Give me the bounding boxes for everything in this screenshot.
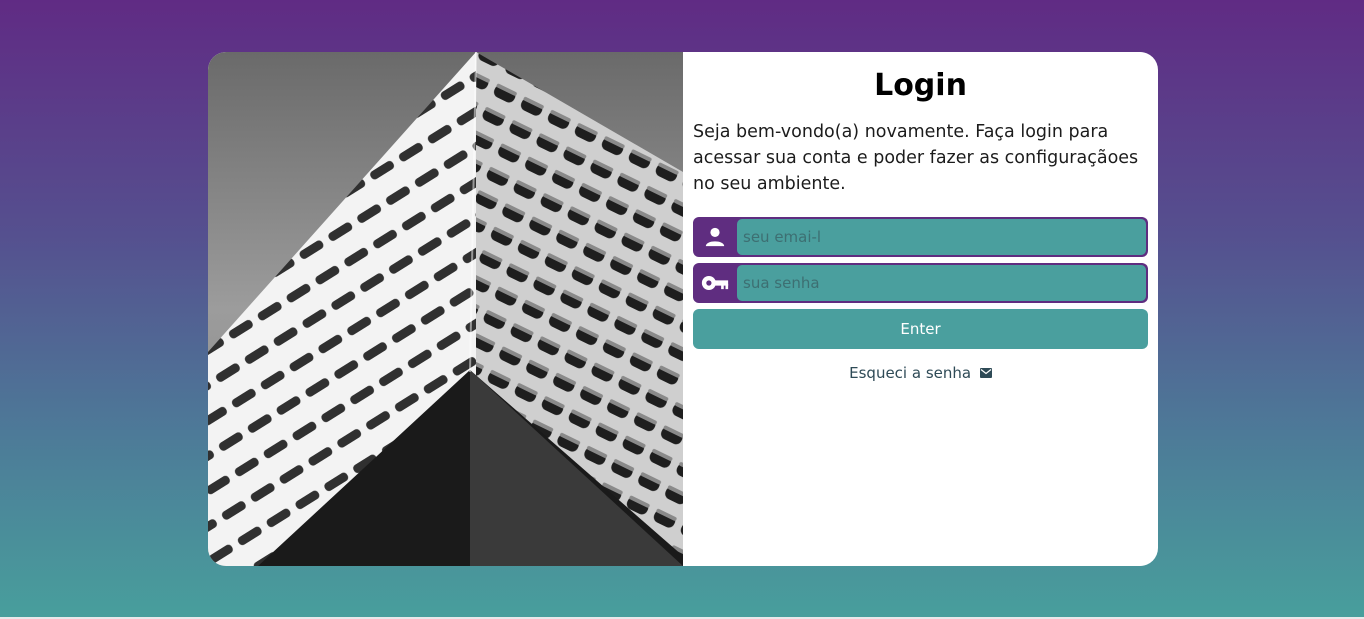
forgot-password-label: Esqueci a senha bbox=[849, 364, 972, 382]
enter-button[interactable]: Enter bbox=[693, 309, 1148, 349]
login-panel: Login Seja bem-vondo(a) novamente. Faça … bbox=[683, 52, 1158, 566]
password-input[interactable] bbox=[737, 265, 1146, 301]
password-field-group bbox=[693, 263, 1148, 303]
welcome-text: Seja bem-vondo(a) novamente. Faça login … bbox=[693, 122, 1139, 194]
page-title: Login bbox=[874, 68, 967, 103]
email-input[interactable] bbox=[737, 219, 1146, 255]
key-icon bbox=[693, 265, 737, 301]
login-card: Login Seja bem-vondo(a) novamente. Faça … bbox=[208, 52, 1158, 566]
mail-icon bbox=[979, 368, 992, 378]
email-field-group bbox=[693, 217, 1148, 257]
login-form: Enter bbox=[693, 217, 1148, 349]
user-icon bbox=[693, 219, 737, 255]
forgot-password-link[interactable]: Esqueci a senha bbox=[693, 364, 1148, 382]
building-photo bbox=[208, 52, 683, 566]
